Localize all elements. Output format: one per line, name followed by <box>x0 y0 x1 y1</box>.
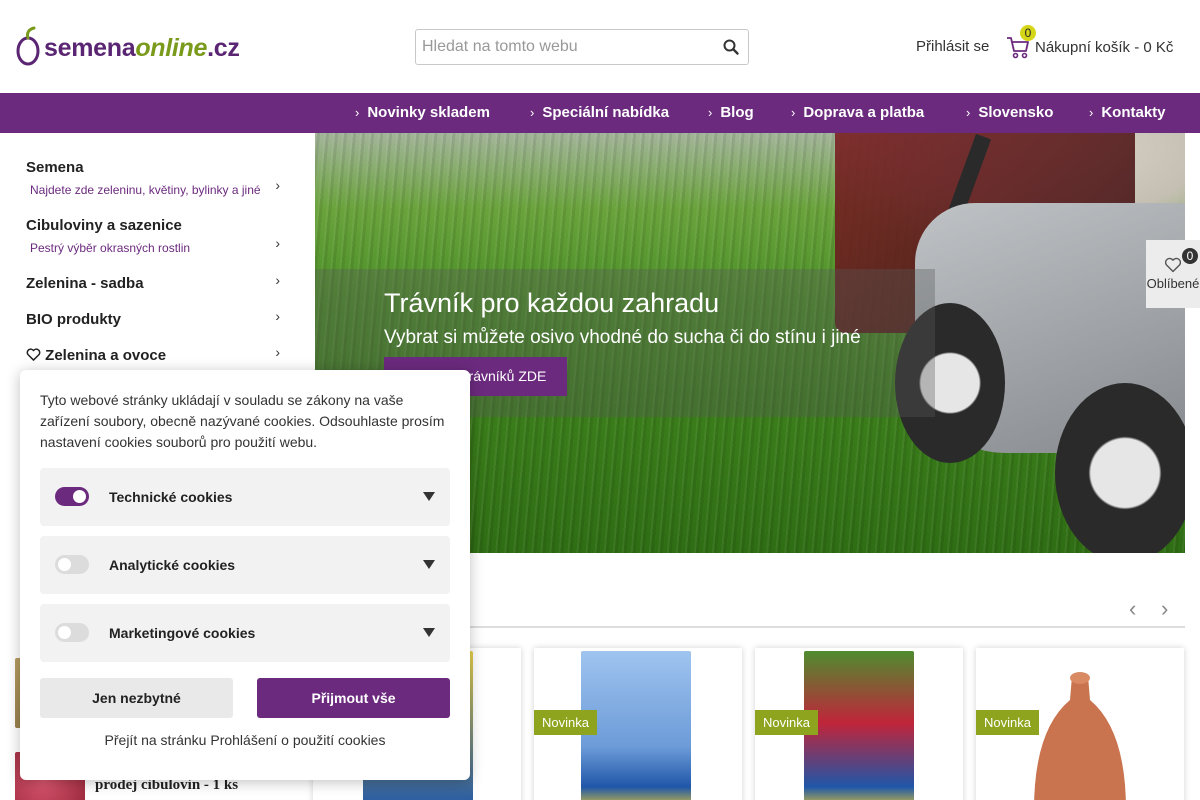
search-input[interactable] <box>422 30 712 64</box>
favorites-tab[interactable]: 0 Oblíbené <box>1146 240 1200 308</box>
accept-all-button[interactable]: Přijmout vše <box>257 678 450 718</box>
caret-down-icon[interactable] <box>423 628 435 637</box>
carousel-next-arrow-icon[interactable]: › <box>1161 596 1168 622</box>
category-subtitle: Najdete zde zeleninu, květiny, bylinky a… <box>30 183 261 197</box>
chevron-right-icon: › <box>275 272 280 288</box>
cookie-category-label: Technické cookies <box>109 489 233 505</box>
search-box <box>415 29 749 65</box>
chevron-right-icon: › <box>275 308 280 324</box>
nav-item-novinky[interactable]: › Novinky skladem <box>355 93 490 133</box>
product-card[interactable]: Novinka <box>755 648 963 800</box>
logo-text-online: online <box>135 33 208 62</box>
nav-item-kontakty[interactable]: › Kontakty <box>1089 93 1166 133</box>
product-card[interactable]: Novinka <box>976 648 1184 800</box>
cart-count-badge: 0 <box>1020 25 1036 41</box>
chevron-right-icon: › <box>708 105 713 120</box>
main-nav: › Novinky skladem › Speciální nabídka › Blo… <box>0 93 1200 133</box>
nav-item-doprava-a-platba[interactable]: › Doprava a platba <box>791 93 924 133</box>
cookie-category-technical[interactable]: Technické cookies <box>40 468 450 526</box>
chevron-right-icon: › <box>355 105 360 120</box>
product-card[interactable]: Novinka <box>534 648 742 800</box>
category-zelenina-sadba[interactable]: Zelenina - sadba › <box>26 272 286 295</box>
nav-item-specialni-nabidka[interactable]: › Speciální nabídka <box>530 93 669 133</box>
toggle-switch[interactable] <box>55 555 89 574</box>
cookie-text: Tyto webové stránky ukládají v souladu s… <box>40 392 445 450</box>
favorites-count-badge: 0 <box>1182 248 1198 264</box>
cookie-consent-dialog: Tyto webové stránky ukládají v souladu s… <box>20 370 470 780</box>
hero-subtitle: Vybrat si můžete osivo vhodné do sucha č… <box>384 327 861 348</box>
cookie-category-label: Marketingové cookies <box>109 625 256 641</box>
toggle-switch[interactable] <box>55 487 89 506</box>
login-link[interactable]: Přihlásit se <box>916 38 989 55</box>
cookie-policy-link[interactable]: Přejít na stránku Prohlášení o použití c… <box>20 732 470 748</box>
chevron-right-icon: › <box>275 177 280 193</box>
nav-item-slovensko[interactable]: › Slovensko <box>966 93 1053 133</box>
new-badge: Novinka <box>976 710 1039 735</box>
cookie-category-analytics[interactable]: Analytické cookies <box>40 536 450 594</box>
favorites-label: Oblíbené <box>1146 276 1200 291</box>
necessary-only-button[interactable]: Jen nezbytné <box>40 678 233 718</box>
heart-icon <box>26 348 41 361</box>
product-image <box>581 651 691 800</box>
hero-title: Trávník pro každou zahradu <box>384 288 720 318</box>
caret-down-icon[interactable] <box>423 492 435 501</box>
logo-seed-icon <box>16 26 40 66</box>
search-icon[interactable] <box>722 38 740 56</box>
cookie-category-label: Analytické cookies <box>109 557 236 573</box>
category-semena[interactable]: Semena Najdete zde zeleninu, květiny, by… <box>26 159 286 199</box>
category-title: Semena <box>26 159 84 176</box>
logo-text-main: semena <box>44 33 136 62</box>
chevron-right-icon: › <box>966 105 971 120</box>
product-image <box>804 651 914 800</box>
header: semenaonline.cz Přihlásit se 0 Nákupní k… <box>0 0 1200 93</box>
category-bio-produkty[interactable]: BIO produkty › <box>26 308 286 331</box>
chevron-right-icon: › <box>275 344 280 360</box>
toggle-switch[interactable] <box>55 623 89 642</box>
category-title: Zelenina - sadba <box>26 275 144 292</box>
carousel-prev-arrow-icon[interactable]: ‹ <box>1129 596 1136 622</box>
category-subtitle: Pestrý výběr okrasných rostlin <box>30 241 191 255</box>
cookie-category-marketing[interactable]: Marketingové cookies <box>40 604 450 662</box>
chevron-right-icon: › <box>791 105 796 120</box>
chevron-right-icon: › <box>530 105 535 120</box>
nav-item-blog[interactable]: › Blog <box>708 93 754 133</box>
chevron-right-icon: › <box>275 235 280 251</box>
category-zelenina-a-ovoce[interactable]: Zelenina a ovoce › <box>26 344 286 367</box>
logo[interactable]: semenaonline.cz <box>15 26 240 66</box>
logo-text-tld: .cz <box>207 33 240 62</box>
category-title: Cibuloviny a sazenice <box>26 217 182 234</box>
category-title: Zelenina a ovoce <box>45 347 167 364</box>
category-title: BIO produkty <box>26 311 122 328</box>
new-badge: Novinka <box>534 710 597 735</box>
heart-icon <box>1164 257 1182 273</box>
cart-label: Nákupní košík - 0 Kč <box>1035 38 1174 56</box>
chevron-right-icon: › <box>1089 105 1094 120</box>
product-image <box>1034 672 1126 800</box>
cart-button[interactable]: 0 Nákupní košík - 0 Kč <box>1006 25 1174 62</box>
new-badge: Novinka <box>755 710 818 735</box>
caret-down-icon[interactable] <box>423 560 435 569</box>
category-cibuloviny[interactable]: Cibuloviny a sazenice Pestrý výběr okras… <box>26 217 286 257</box>
